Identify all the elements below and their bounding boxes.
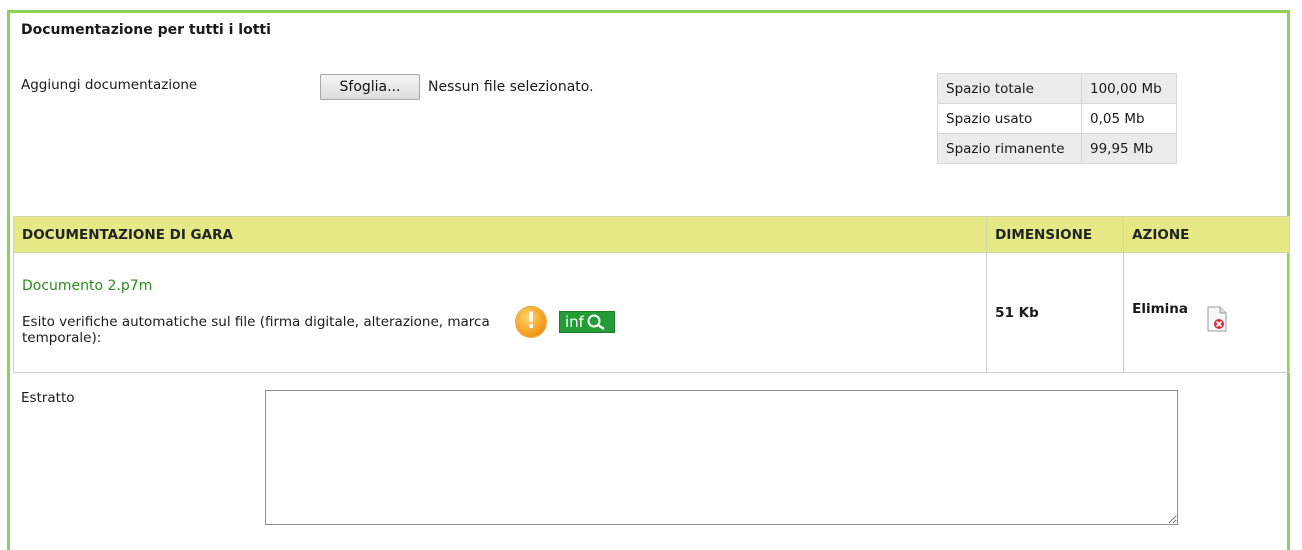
space-row-used: Spazio usato 0,05 Mb [937,103,1177,134]
info-text: inf [565,312,584,331]
header-documentazione: DOCUMENTAZIONE DI GARA [12,216,988,253]
section-title: Documentazione per tutti i lotti [21,22,271,38]
header-dimensione: DIMENSIONE [986,216,1125,253]
size-cell: 51 Kb [986,252,1125,373]
space-label: Spazio totale [937,73,1082,104]
warning-icon[interactable]: ! [516,306,546,337]
space-row-remaining: Spazio rimanente 99,95 Mb [937,133,1177,164]
documents-table: DOCUMENTAZIONE DI GARA DIMENSIONE AZIONE… [12,216,1290,373]
estratto-textarea[interactable] [265,390,1178,525]
table-row: Documento 2.p7m Esito verifiche automati… [12,252,1290,373]
space-value: 100,00 Mb [1081,73,1177,104]
file-status-text: Nessun file selezionato. [428,79,594,95]
add-documentation-label: Aggiungi documentazione [21,77,198,93]
estratto-label: Estratto [21,390,75,406]
delete-label[interactable]: Elimina [1132,301,1188,317]
space-value: 0,05 Mb [1081,103,1177,134]
action-cell: Elimina [1123,252,1290,373]
table-header-row: DOCUMENTAZIONE DI GARA DIMENSIONE AZIONE [12,216,1290,253]
document-cell: Documento 2.p7m Esito verifiche automati… [12,252,988,373]
header-azione: AZIONE [1123,216,1290,253]
document-link[interactable]: Documento 2.p7m [22,278,978,294]
space-usage-table: Spazio totale 100,00 Mb Spazio usato 0,0… [937,73,1177,164]
space-label: Spazio rimanente [937,133,1082,164]
space-label: Spazio usato [937,103,1082,134]
info-search-icon[interactable]: inf [559,310,615,333]
verify-row: Esito verifiche automatiche sul file (fi… [22,306,978,346]
space-value: 99,95 Mb [1081,133,1177,164]
delete-file-icon[interactable] [1206,306,1228,331]
verify-text: Esito verifiche automatiche sul file (fi… [22,313,490,346]
space-row-total: Spazio totale 100,00 Mb [937,73,1177,104]
browse-button[interactable]: Sfoglia... [320,74,420,100]
magnifier-icon [587,314,605,330]
